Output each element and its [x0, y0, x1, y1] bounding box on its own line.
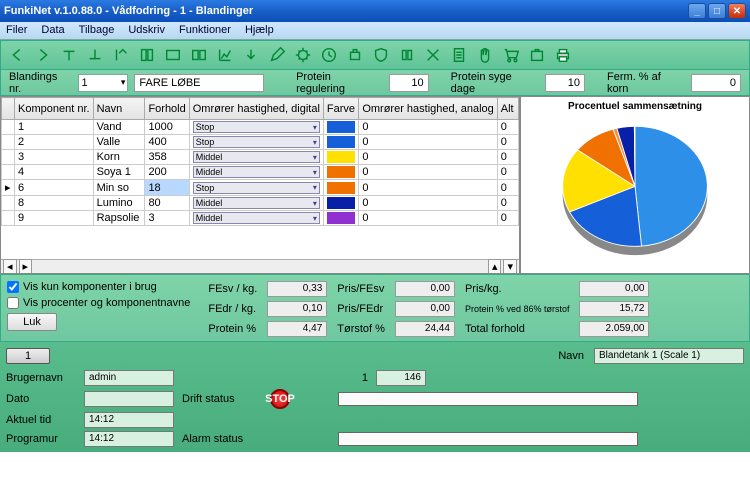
psyg-label: Protein syge dage [451, 71, 539, 95]
doc-icon[interactable] [449, 45, 469, 65]
menu-data[interactable]: Data [41, 24, 64, 37]
chart-title: Procentuel sammensætning [525, 101, 745, 112]
shield-icon[interactable] [371, 45, 391, 65]
stats-bar: Vis kun komponenter i brug Vis procenter… [0, 274, 750, 342]
chart-icon[interactable] [215, 45, 235, 65]
table-row[interactable]: 8Lumino80Middel00 [2, 196, 519, 211]
table-row[interactable]: 4Soya 1200Middel00 [2, 165, 519, 180]
preg-label: Protein regulering [296, 71, 383, 95]
chk-inuse[interactable]: Vis kun komponenter i brug [7, 281, 190, 293]
chart-panel: Procentuel sammensætning [520, 96, 750, 274]
date-field [84, 391, 174, 407]
menu-hjaelp[interactable]: Hjælp [245, 24, 274, 37]
tank-name: Blandetank 1 (Scale 1) [594, 348, 744, 364]
toolbar [0, 40, 750, 70]
table-row[interactable]: 3Korn358Middel00 [2, 150, 519, 165]
print-icon[interactable] [553, 45, 573, 65]
bland-combo[interactable]: 1 [78, 74, 128, 92]
drift-bar [338, 392, 638, 406]
forward-icon[interactable] [33, 45, 53, 65]
pfedr-field: 0,00 [395, 301, 455, 317]
tool6-icon[interactable] [137, 45, 157, 65]
preg-field[interactable]: 10 [389, 74, 429, 92]
grid-nav[interactable]: ◂▸▴▾ [1, 259, 519, 273]
gear-icon[interactable] [293, 45, 313, 65]
cart-icon[interactable] [501, 45, 521, 65]
desc-field[interactable]: FARE LØBE [134, 74, 264, 92]
num-icon[interactable] [397, 45, 417, 65]
edit-icon[interactable] [267, 45, 287, 65]
bland-label: Blandings nr. [9, 71, 72, 95]
counter-field: 146 [376, 370, 426, 386]
hand-icon[interactable] [475, 45, 495, 65]
tank-tab[interactable]: 1 [6, 348, 50, 364]
back-icon[interactable] [7, 45, 27, 65]
tot-field: 2.059,00 [579, 321, 649, 337]
top-icon[interactable] [59, 45, 79, 65]
fedr-field: 0,10 [267, 301, 327, 317]
cross-icon[interactable] [423, 45, 443, 65]
bottom-icon[interactable] [85, 45, 105, 65]
bottom-panel: 1 Navn Blandetank 1 (Scale 1) Brugernavn… [0, 342, 750, 452]
ferm-field[interactable]: 0 [691, 74, 741, 92]
table-row[interactable]: 1Vand1000Stop00 [2, 120, 519, 135]
prog-field: 14:12 [84, 431, 174, 447]
table-row[interactable]: 9Rapsolie3Middel00 [2, 211, 519, 226]
alarm-bar [338, 432, 638, 446]
window-title: FunkiNet v.1.0.88.0 - Vådfodring - 1 - B… [4, 5, 253, 17]
tool8-icon[interactable] [189, 45, 209, 65]
pie-chart [545, 114, 725, 264]
stop-icon[interactable]: STOP [270, 389, 290, 409]
chk-percent[interactable]: Vis procenter og komponentnavne [7, 297, 190, 309]
close-button[interactable]: ✕ [728, 3, 746, 19]
title-bar: FunkiNet v.1.0.88.0 - Vådfodring - 1 - B… [0, 0, 750, 22]
table-row[interactable]: ▸6Min so18Stop00 [2, 180, 519, 196]
minimize-button[interactable]: _ [688, 3, 706, 19]
menu-bar: Filer Data Tilbage Udskriv Funktioner Hj… [0, 22, 750, 40]
luk-button[interactable]: Luk [7, 313, 57, 331]
tool5-icon[interactable] [111, 45, 131, 65]
scale-icon[interactable] [527, 45, 547, 65]
menu-tilbage[interactable]: Tilbage [79, 24, 115, 37]
menu-funktioner[interactable]: Funktioner [179, 24, 231, 37]
pkg-field: 0,00 [579, 281, 649, 297]
p86-field: 15,72 [579, 301, 649, 317]
ferm-label: Ferm. % af korn [607, 71, 685, 95]
menu-udskriv[interactable]: Udskriv [128, 24, 165, 37]
pfesv-field: 0,00 [395, 281, 455, 297]
psyg-field[interactable]: 10 [545, 74, 585, 92]
param-row: Blandings nr. 1 FARE LØBE Protein regule… [0, 70, 750, 96]
prot-field: 4,47 [267, 321, 327, 337]
pump-icon[interactable] [345, 45, 365, 65]
menu-filer[interactable]: Filer [6, 24, 27, 37]
clock-icon[interactable] [319, 45, 339, 65]
tool7-icon[interactable] [163, 45, 183, 65]
tor-field: 24,44 [395, 321, 455, 337]
component-grid[interactable]: Komponent nr.NavnForholdOmrører hastighe… [0, 96, 520, 274]
time-field: 14:12 [84, 412, 174, 428]
maximize-button[interactable]: □ [708, 3, 726, 19]
user-field: admin [84, 370, 174, 386]
fesv-field: 0,33 [267, 281, 327, 297]
down-icon[interactable] [241, 45, 261, 65]
table-row[interactable]: 2Valle400Stop00 [2, 135, 519, 150]
